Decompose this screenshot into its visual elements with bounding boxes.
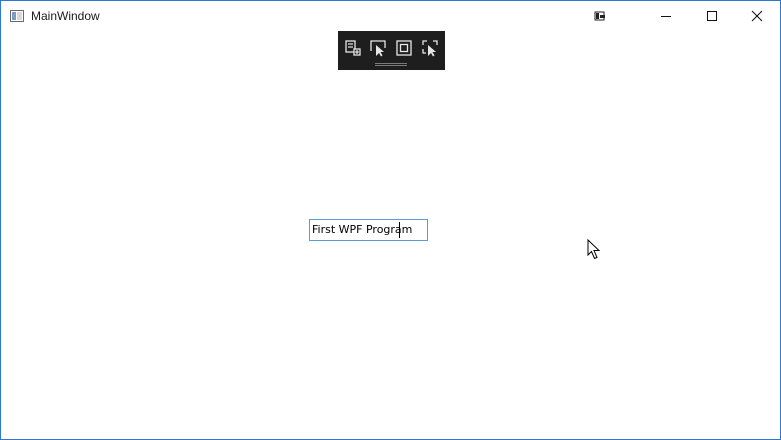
track-focused-element-icon — [422, 40, 438, 57]
first-program-textbox[interactable]: First WPF Program — [309, 219, 428, 241]
app-window-icon[interactable] — [10, 10, 24, 22]
close-icon — [751, 10, 763, 22]
title-bar[interactable]: MainWindow — [1, 1, 780, 31]
toolbar-collapse-grip[interactable] — [375, 63, 407, 66]
minimize-icon — [661, 16, 671, 17]
maximize-button[interactable] — [689, 1, 735, 31]
display-layout-adorners-button[interactable] — [394, 38, 414, 58]
main-window: MainWindow First WPF Program — [0, 0, 781, 440]
window-title: MainWindow — [31, 9, 100, 23]
maximize-icon — [707, 11, 717, 21]
display-layout-adorners-icon — [396, 40, 412, 56]
text-caret — [399, 222, 400, 238]
go-to-live-visual-tree-icon — [345, 40, 361, 56]
live-visual-tree-button[interactable] — [577, 1, 623, 31]
app-live-icon — [594, 11, 605, 21]
close-button[interactable] — [734, 1, 780, 31]
go-to-live-visual-tree-button[interactable] — [343, 38, 363, 58]
select-element-icon — [370, 40, 386, 57]
select-element-button[interactable] — [368, 38, 388, 58]
track-focused-element-button[interactable] — [420, 38, 440, 58]
minimize-button[interactable] — [643, 1, 689, 31]
textbox-text: First WPF Program — [312, 223, 413, 236]
wpf-runtime-toolbar[interactable] — [338, 31, 445, 70]
mouse-pointer-icon — [587, 239, 601, 260]
